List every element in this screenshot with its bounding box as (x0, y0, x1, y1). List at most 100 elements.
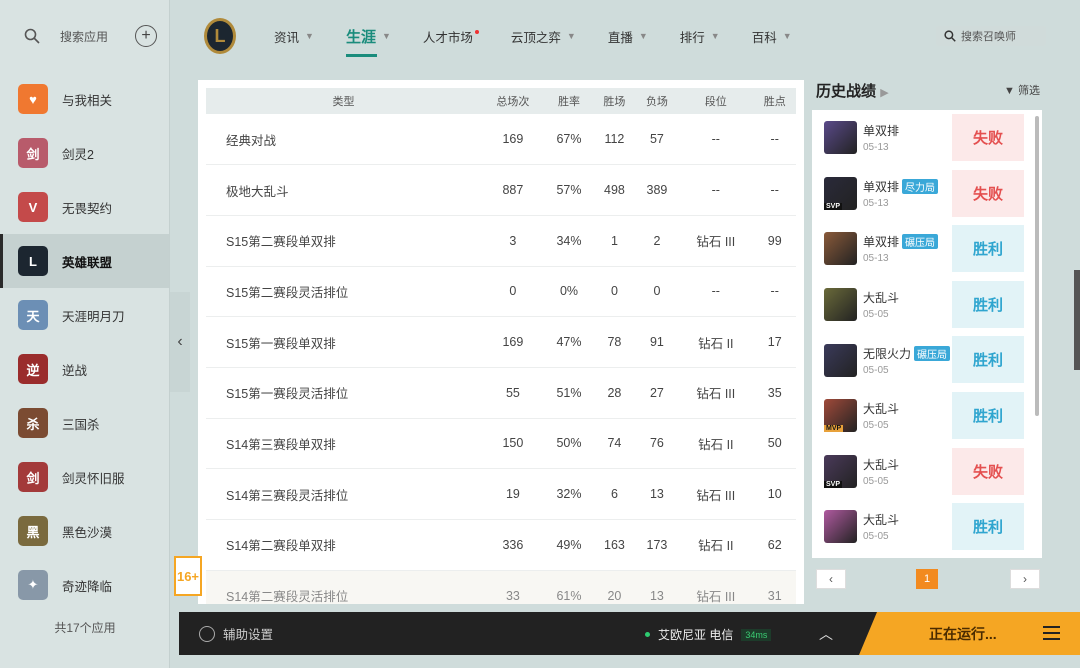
table-cell: 74 (593, 418, 636, 470)
table-cell: 163 (593, 519, 636, 571)
sidebar-app-item[interactable]: 黑黑色沙漠 (0, 504, 169, 558)
nav-tab-career[interactable]: 生涯 ▼ (345, 26, 391, 57)
sidebar-app-item[interactable]: L 英雄联盟 (0, 234, 169, 288)
sidebar-app-item[interactable]: 剑剑灵2 (0, 126, 169, 180)
online-status-icon (645, 632, 650, 637)
sidebar-app-item[interactable]: 天天涯明月刀 (0, 288, 169, 342)
assist-settings-button[interactable]: 辅助设置 (199, 624, 273, 643)
table-row[interactable]: S14第三赛段单双排 150 50% 74 76 钻石 II 50 (206, 418, 796, 470)
server-status[interactable]: 艾欧尼亚 电信 34ms (645, 626, 772, 643)
table-cell: 28 (593, 367, 636, 419)
sidebar-app-item[interactable]: 剑剑灵怀旧服 (0, 450, 169, 504)
champion-avatar: SVP (824, 176, 857, 210)
nav-tab-wiki[interactable]: 百科 ▼ (752, 27, 792, 46)
app-icon: V (18, 192, 48, 222)
sidebar-app-item[interactable]: V 无畏契约 (0, 180, 169, 234)
match-history-title[interactable]: 历史战绩 ▶ (816, 80, 889, 101)
pagination: ‹ 1 › (816, 569, 1040, 589)
match-item[interactable]: SVP 大乱斗 05-05 失败 (812, 444, 1042, 500)
match-result: 胜利 (952, 503, 1024, 551)
app-label: 剑灵2 (62, 147, 94, 162)
chevron-left-icon: ‹ (177, 333, 183, 350)
app-icon: 剑 (18, 462, 48, 492)
table-cell: 51% (544, 367, 594, 419)
table-row[interactable]: S14第二赛段单双排 336 49% 163 173 钻石 II 62 (206, 519, 796, 571)
table-cell: 169 (481, 114, 545, 166)
table-cell: S14第三赛段单双排 (206, 418, 481, 470)
prev-page-button[interactable]: ‹ (816, 569, 846, 589)
match-item[interactable]: MVP 大乱斗 05-05 胜利 (812, 388, 1042, 444)
page-number-current[interactable]: 1 (916, 569, 938, 589)
match-tag: 碾压局 (902, 234, 939, 250)
filter-button[interactable]: ▼ 筛选 (1004, 82, 1040, 98)
match-date: 05-13 (863, 142, 889, 154)
match-item[interactable]: 大乱斗 05-05 胜利 (812, 277, 1042, 333)
match-date: 05-05 (863, 309, 889, 321)
table-row[interactable]: S15第一赛段单双排 169 47% 78 91 钻石 II 17 (206, 316, 796, 368)
table-cell: 钻石 III (678, 215, 754, 267)
app-list: ♥ 与我相关剑剑灵2 V 无畏契约 L 英雄联盟天天涯明月刀逆逆战杀三国杀剑剑灵怀旧服黑黑… (0, 72, 169, 612)
match-item[interactable]: SVP 单双排 尽力局 05-13 失败 (812, 166, 1042, 222)
nav-tab-tft[interactable]: 云顶之弈 ▼ (511, 27, 576, 46)
sidebar-app-item[interactable]: ✦ 奇迹降临 (0, 558, 169, 612)
table-row[interactable]: 经典对战 169 67% 112 57 -- -- (206, 114, 796, 166)
match-item[interactable]: 单双排 05-13 失败 (812, 110, 1042, 166)
table-cell: 76 (635, 418, 679, 470)
match-tag: 尽力局 (902, 178, 939, 194)
table-cell: 19 (481, 468, 545, 520)
match-item[interactable]: 单双排 碾压局 05-13 胜利 (812, 221, 1042, 277)
table-cell: -- (753, 114, 796, 166)
table-cell: 钻石 III (678, 468, 754, 520)
champion-avatar (824, 232, 857, 266)
filter-icon: ▼ (1004, 85, 1015, 97)
match-mode: 大乱斗 (863, 457, 900, 472)
nav-tab-rank[interactable]: 排行 ▼ (680, 27, 720, 46)
app-label: 英雄联盟 (62, 255, 113, 270)
table-cell: 33 (481, 570, 545, 604)
table-cell: 498 (593, 164, 636, 216)
match-list: 单双排 05-13 失败 SVP 单双排 尽力局 05-13 失败 单双排 碾压局 05-13 胜利大… (812, 110, 1042, 558)
app-search[interactable]: 搜索应用 + (0, 0, 169, 72)
table-cell: -- (753, 266, 796, 318)
nav-tab-talent[interactable]: 人才市场 (423, 27, 479, 46)
table-row[interactable]: S15第一赛段灵活排位 55 51% 28 27 钻石 III 35 (206, 367, 796, 419)
chevron-down-icon: ▼ (638, 31, 648, 41)
app-label: 无畏契约 (62, 201, 113, 216)
nav-tab-live[interactable]: 直播 ▼ (608, 27, 648, 46)
match-date: 05-13 (863, 253, 889, 265)
table-row[interactable]: S15第二赛段灵活排位 0 0% 0 0 -- -- (206, 266, 796, 318)
table-cell: 0 (635, 266, 679, 318)
summoner-search-input[interactable]: 搜索召唤师 (936, 26, 1046, 46)
performance-badge: SVP (824, 480, 843, 488)
champion-avatar (824, 288, 857, 322)
sidebar-app-item[interactable]: 逆逆战 (0, 342, 169, 396)
table-row[interactable]: S14第三赛段灵活排位 19 32% 6 13 钻石 III 10 (206, 468, 796, 520)
table-row[interactable]: S14第二赛段灵活排位 33 61% 20 13 钻石 III 31 (206, 570, 796, 604)
match-item[interactable]: 大乱斗 05-05 胜利 (812, 499, 1042, 555)
sidebar-app-item[interactable]: ♥ 与我相关 (0, 72, 169, 126)
collapse-sidebar-button[interactable]: ‹ (170, 292, 190, 392)
match-result: 胜利 (952, 280, 1024, 328)
chevron-left-icon: ‹ (829, 572, 833, 586)
table-cell: -- (678, 164, 754, 216)
sidebar-app-item[interactable]: 杀三国杀 (0, 396, 169, 450)
chevron-down-icon: ▼ (305, 31, 314, 41)
table-row[interactable]: 极地大乱斗 887 57% 498 389 -- -- (206, 164, 796, 216)
table-cell: 31 (753, 570, 796, 604)
table-row[interactable]: S15第二赛段单双排 3 34% 1 2 钻石 III 99 (206, 215, 796, 267)
table-cell: 99 (753, 215, 796, 267)
nav-tab-news[interactable]: 资讯 ▼ (274, 27, 314, 46)
chevron-up-icon[interactable]: ︿ (819, 624, 833, 644)
table-cell: 169 (481, 316, 545, 368)
top-nav: L 资讯 ▼ 生涯 ▼ 人才市场 云顶之弈 ▼ 直播 ▼ 排行 ▼ 百科 ▼ 搜索召唤师 (190, 0, 1080, 72)
match-item[interactable]: 无限火力 碾压局 05-05 胜利 (812, 332, 1042, 388)
next-page-button[interactable]: › (1010, 569, 1040, 589)
career-stats-panel: 类型 总场次 胜率 胜场 负场 段位 胜点 经典对战 169 67% 112 57 -- -- 极地大乱斗… (198, 80, 804, 604)
table-cell: 6 (593, 468, 636, 520)
table-header: 类型 总场次 胜率 胜场 负场 段位 胜点 (206, 88, 796, 114)
table-cell: 27 (635, 367, 679, 419)
menu-icon[interactable] (1043, 626, 1060, 640)
window-edge-scrollbar[interactable] (1074, 270, 1080, 370)
running-status-button[interactable]: 正在运行... (859, 612, 1080, 655)
add-app-icon[interactable]: + (135, 25, 157, 47)
